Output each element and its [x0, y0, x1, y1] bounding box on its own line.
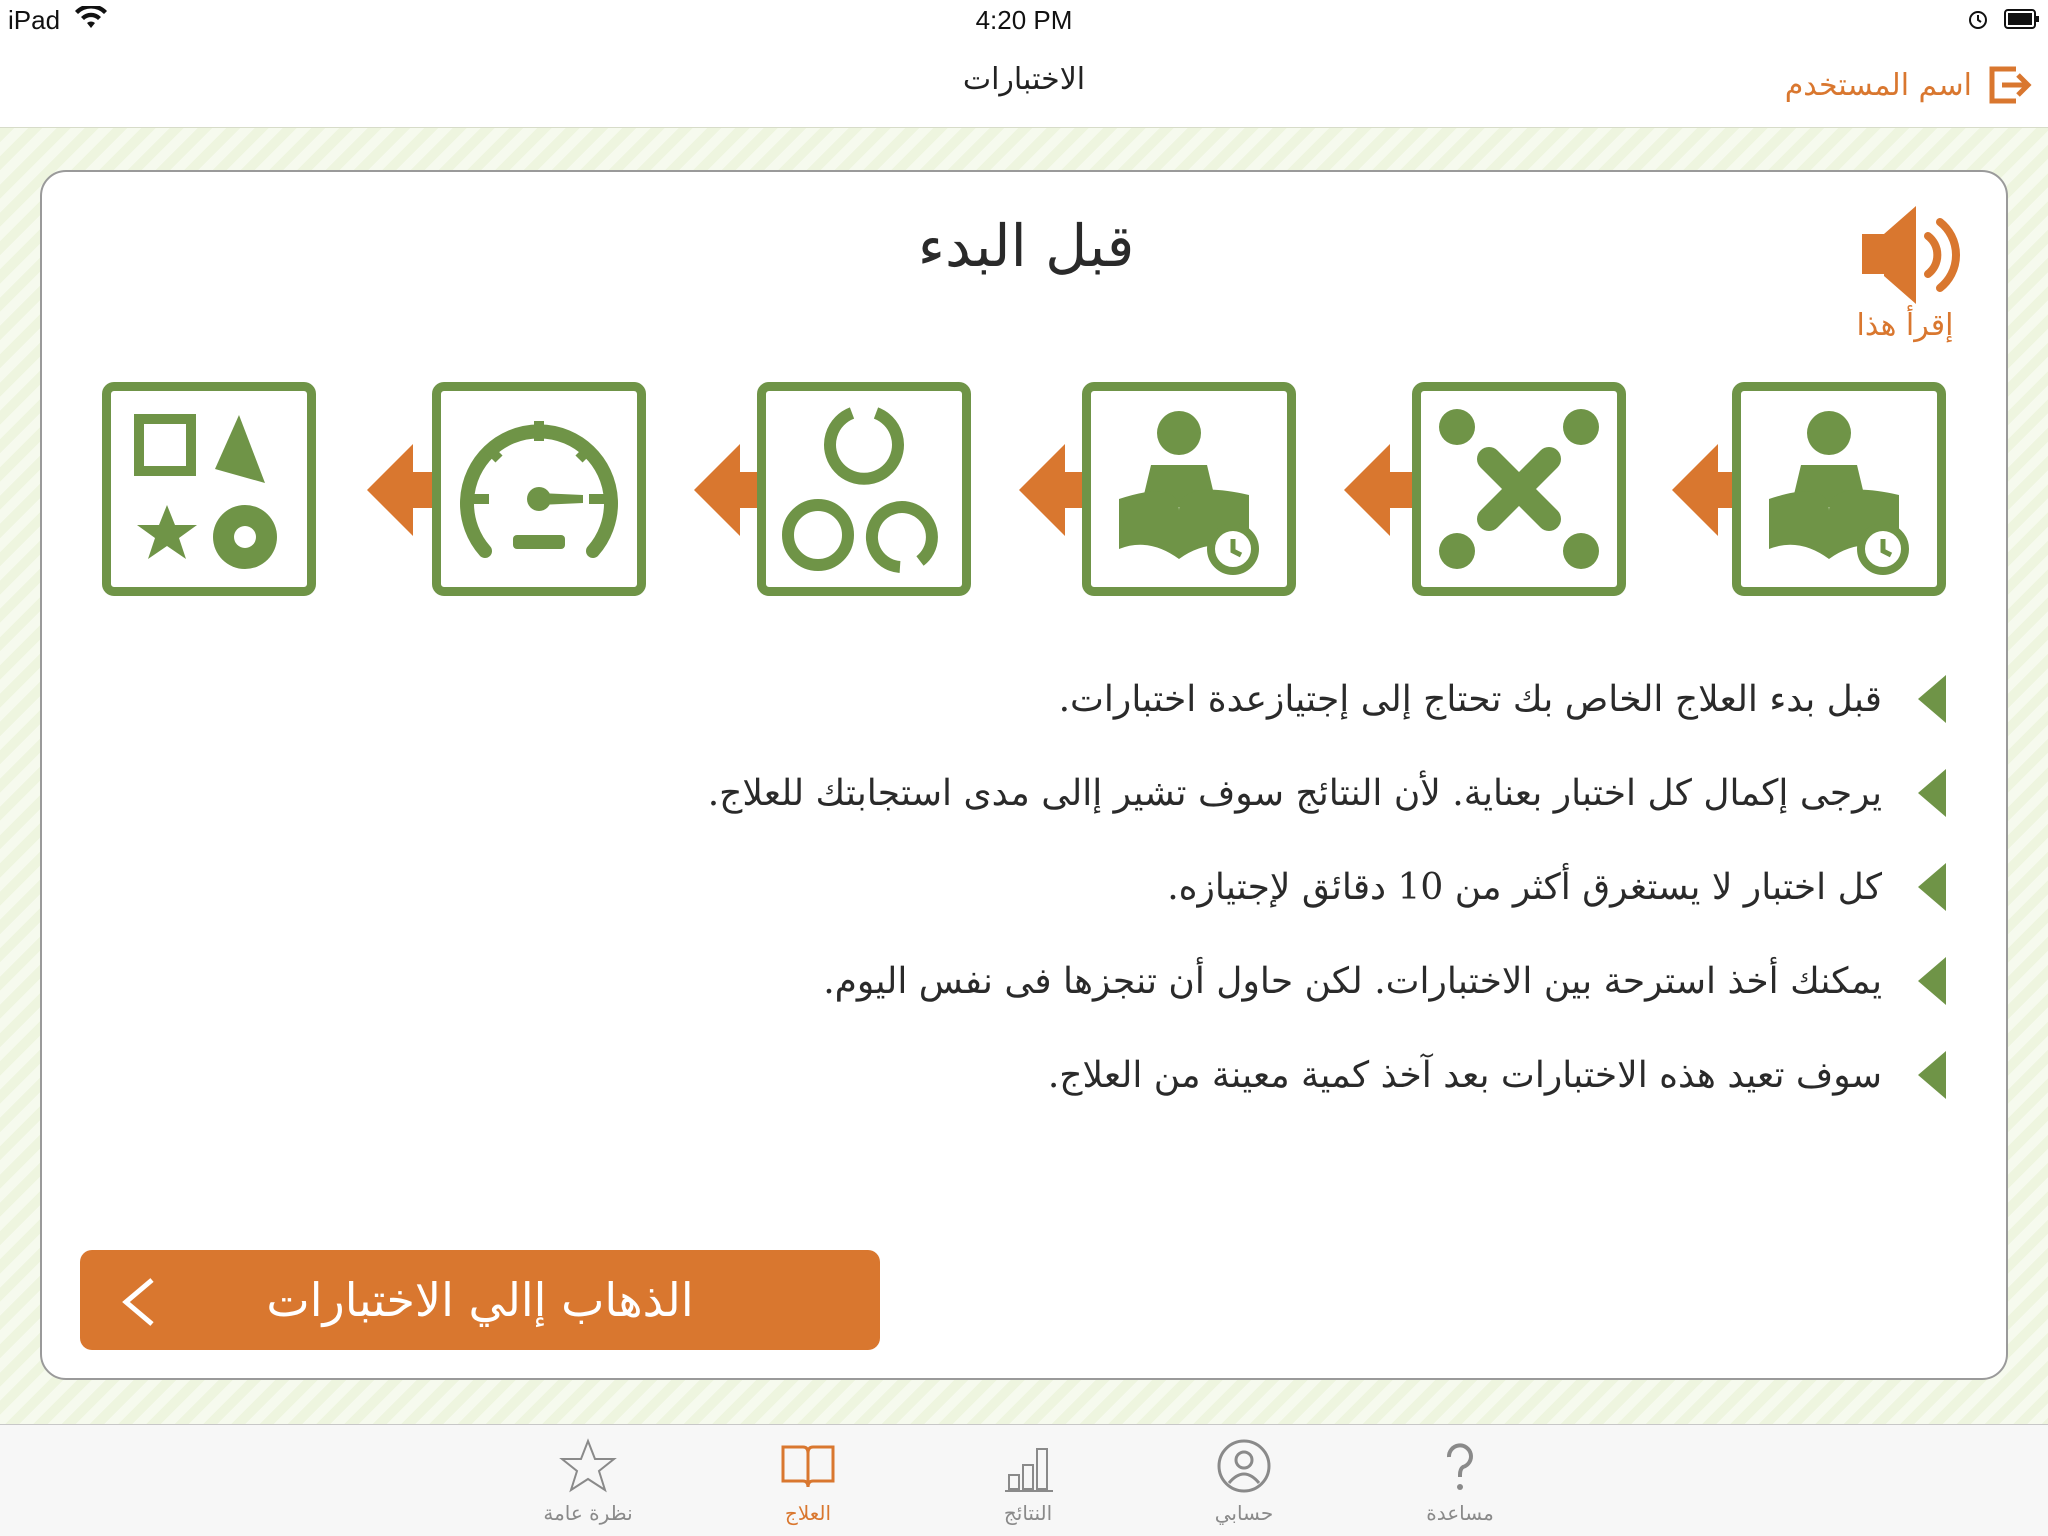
bullet-text: يمكنك أخذ استرحة بين الاختبارات. لكن حاو… — [823, 960, 1882, 1002]
step-shapes — [102, 382, 316, 596]
bullet-text: قبل بدء العلاج الخاص بك تحتاج إلى إجتياز… — [1058, 678, 1882, 720]
tab-label: مساعدة — [1426, 1501, 1494, 1525]
step-reading-timer — [1082, 382, 1296, 596]
tab-treatment[interactable]: العلاج — [738, 1437, 878, 1533]
list-item: كل اختبار لا يستغرق أكثر من 10 دقائق لإج… — [346, 840, 1946, 934]
status-bar: iPad 4:20 PM — [0, 0, 2048, 40]
go-to-tests-label: الذهاب إالي الاختبارات — [266, 1273, 694, 1327]
question-icon — [1447, 1443, 1473, 1490]
test-steps — [102, 382, 1982, 602]
reading-timer-icon — [1119, 411, 1259, 575]
person-icon — [1217, 1439, 1271, 1493]
tab-label: العلاج — [784, 1501, 832, 1525]
speaker-icon — [1862, 206, 1960, 304]
bullet-triangle-icon — [1918, 1051, 1946, 1099]
speedometer-icon — [460, 421, 618, 558]
step-circles — [757, 382, 971, 596]
shapes-icon — [134, 414, 277, 569]
card-title: قبل البدء — [917, 212, 1135, 280]
step-reading-timer-start — [1732, 382, 1946, 596]
star-icon — [559, 1438, 617, 1493]
tab-label: نظرة عامة — [543, 1501, 633, 1525]
step-speedometer — [432, 382, 646, 596]
list-item: يمكنك أخذ استرحة بين الاختبارات. لكن حاو… — [346, 934, 1946, 1028]
bullet-triangle-icon — [1918, 863, 1946, 911]
chevron-left-icon — [122, 1278, 154, 1326]
instructions-list: قبل بدء العلاج الخاص بك تحتاج إلى إجتياز… — [346, 652, 1946, 1122]
read-this-button[interactable]: إقرأ هذا — [1840, 200, 1970, 350]
before-start-card: قبل البدء إقرأ هذا قبل بدء العلاج الخاص … — [40, 170, 2008, 1380]
circles-icon — [782, 407, 938, 573]
clock-lock-icon — [1969, 11, 1987, 29]
bullet-triangle-icon — [1918, 675, 1946, 723]
status-time: 4:20 PM — [975, 5, 1073, 35]
step-dots-cross — [1412, 382, 1626, 596]
logout-button[interactable]: اسم المستخدم — [1785, 60, 2036, 110]
nav-bar: الاختبارات اسم المستخدم — [0, 40, 2048, 128]
battery-icon — [2004, 9, 2039, 29]
list-item: سوف تعيد هذه الاختبارات بعد آخذ كمية معي… — [346, 1028, 1946, 1122]
tab-label: حسابي — [1214, 1501, 1274, 1525]
bullet-triangle-icon — [1918, 769, 1946, 817]
tab-account[interactable]: حسابي — [1174, 1437, 1314, 1533]
page-title: الاختبارات — [962, 62, 1086, 97]
bar-chart-icon — [1005, 1448, 1053, 1492]
logout-icon — [1989, 66, 2032, 104]
tab-overview[interactable]: نظرة عامة — [518, 1437, 658, 1533]
tab-label: النتائج — [1003, 1501, 1053, 1525]
bullet-text: كل اختبار لا يستغرق أكثر من 10 دقائق لإج… — [1167, 866, 1882, 908]
tab-bar: مساعدة حسابي النتائج العلاج نظرة عامة — [0, 1424, 2048, 1536]
book-icon — [781, 1445, 835, 1488]
go-to-tests-button[interactable]: الذهاب إالي الاختبارات — [80, 1250, 880, 1350]
user-name: اسم المستخدم — [1784, 67, 1972, 103]
tab-results[interactable]: النتائج — [958, 1437, 1098, 1533]
reading-timer-icon — [1769, 411, 1909, 575]
bullet-triangle-icon — [1918, 957, 1946, 1005]
list-item: قبل بدء العلاج الخاص بك تحتاج إلى إجتياز… — [346, 652, 1946, 746]
tab-help[interactable]: مساعدة — [1390, 1437, 1530, 1533]
read-this-label: إقرأ هذا — [1856, 308, 1954, 343]
bullet-text: سوف تعيد هذه الاختبارات بعد آخذ كمية معي… — [1047, 1054, 1882, 1096]
bullet-text: يرجى إكمال كل اختبار بعناية. لأن النتائج… — [707, 772, 1882, 814]
dots-cross-icon — [1439, 409, 1599, 569]
list-item: يرجى إكمال كل اختبار بعناية. لأن النتائج… — [346, 746, 1946, 840]
